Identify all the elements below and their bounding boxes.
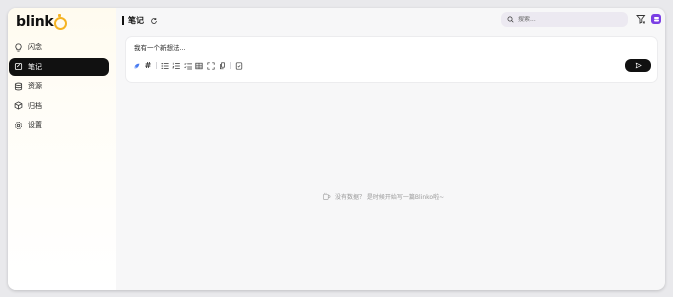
hashtag-icon[interactable]: # [144, 61, 153, 70]
refresh-icon[interactable] [150, 17, 158, 25]
page-title: 笔记 [128, 16, 144, 25]
empty-state: 没有数据？ 是时候开始写一篇Blinko啦~ [322, 192, 444, 201]
logo-o-mark [54, 16, 68, 30]
send-button[interactable] [625, 59, 651, 72]
send-icon [635, 62, 642, 69]
gear-icon [14, 121, 23, 130]
sidebar-nav: 闪念 笔记 资源 归档 设置 [8, 38, 116, 136]
toolbar-divider [156, 62, 157, 69]
sidebar-item-settings[interactable]: 设置 [9, 116, 109, 134]
table-icon[interactable] [195, 61, 204, 70]
sidebar-item-resources[interactable]: 资源 [9, 77, 109, 95]
sidebar: blink 闪念 笔记 资源 归档 设置 [8, 8, 116, 290]
note-icon [14, 62, 23, 71]
empty-state-text: 没有数据？ 是时候开始写一篇Blinko啦~ [335, 194, 445, 201]
file-icon[interactable] [234, 61, 243, 70]
upload-icon[interactable] [218, 61, 227, 70]
search-icon [507, 16, 514, 23]
note-editor[interactable]: 我有一个新想法... # [126, 37, 657, 82]
bullet-list-icon[interactable] [160, 61, 169, 70]
editor-toolbar: # [132, 61, 246, 70]
sidebar-item-archive[interactable]: 归档 [9, 97, 109, 115]
box-icon [14, 101, 23, 110]
sidebar-item-label: 设置 [28, 121, 42, 129]
blinko-icon[interactable] [132, 61, 141, 70]
top-bar: 笔记 [116, 8, 665, 32]
fullscreen-icon[interactable] [206, 61, 215, 70]
toolbar-divider [230, 62, 231, 69]
page-header: 笔记 [122, 15, 158, 26]
title-marker [122, 16, 124, 25]
sidebar-item-label: 资源 [28, 82, 42, 90]
empty-cup-icon [322, 192, 331, 201]
sidebar-item-flash[interactable]: 闪念 [9, 38, 109, 56]
sidebar-item-label: 闪念 [28, 43, 42, 51]
logo-spark-icon [58, 14, 61, 17]
app-window: blink 闪念 笔记 资源 归档 设置 笔记 搜索... 我有一个新想法...… [8, 8, 665, 290]
checklist-icon[interactable] [183, 61, 192, 70]
main-content: 笔记 我有一个新想法... # [116, 8, 665, 290]
editor-placeholder[interactable]: 我有一个新想法... [134, 42, 186, 52]
sidebar-item-label: 笔记 [28, 62, 42, 71]
sidebar-item-notes[interactable]: 笔记 [9, 57, 109, 76]
search-box[interactable] [501, 12, 628, 27]
filter-icon[interactable] [636, 14, 646, 24]
ordered-list-icon[interactable] [172, 61, 181, 70]
ai-assistant-icon[interactable] [651, 14, 661, 24]
search-input[interactable] [518, 16, 618, 23]
lightbulb-icon [14, 42, 23, 52]
logo-text: blink [16, 14, 54, 30]
database-icon [14, 82, 23, 91]
sidebar-item-label: 归档 [28, 101, 42, 110]
